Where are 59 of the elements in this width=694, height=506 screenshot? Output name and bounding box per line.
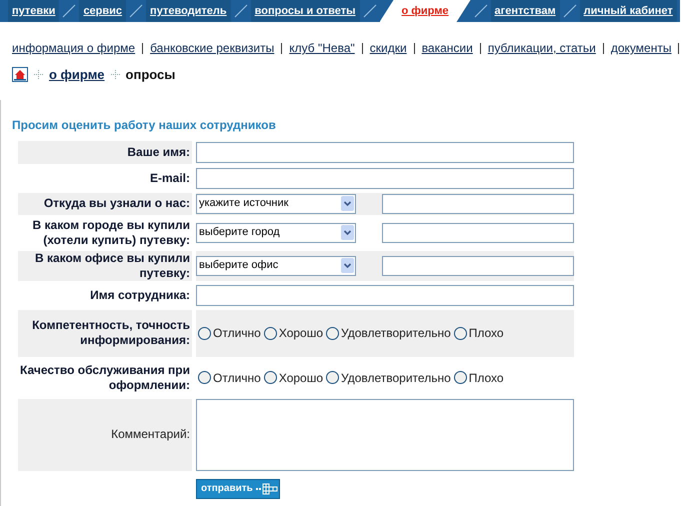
comment-field[interactable]	[196, 398, 574, 470]
radio-label: Плохо	[468, 370, 504, 386]
text-field[interactable]	[196, 168, 574, 188]
field-label: Комментарий:	[18, 398, 192, 470]
dotted-grid-icon	[256, 482, 278, 494]
radio-label: Отлично	[213, 370, 261, 386]
sub-nav-link[interactable]: банковские реквизиты	[150, 39, 274, 57]
radio-label: Хорошо	[278, 325, 324, 342]
text-field[interactable]	[196, 284, 574, 306]
radio-label: Отлично	[213, 325, 261, 342]
dropdown[interactable]: укажите источник	[196, 194, 356, 214]
radio-button[interactable]	[198, 371, 211, 384]
radio-label: Плохо	[468, 325, 504, 342]
radio-button[interactable]	[264, 326, 277, 340]
radio-button[interactable]	[198, 326, 211, 340]
slash-divider-icon	[362, 4, 377, 18]
slash-divider-icon	[562, 4, 577, 18]
submit-button[interactable]: отправить	[196, 478, 280, 498]
slash-divider-icon	[234, 4, 248, 18]
nav-tab[interactable]: агентствам	[490, 0, 560, 22]
radio-button[interactable]	[454, 326, 467, 340]
dropdown[interactable]: выберите офис	[196, 256, 356, 276]
text-field[interactable]	[196, 142, 574, 162]
text-field[interactable]	[382, 222, 574, 242]
nav-tab[interactable]: путевки	[8, 0, 60, 22]
breadcrumb-current: опросы	[126, 66, 176, 84]
cross-bullet-icon	[34, 70, 43, 80]
nav-tab[interactable]: вопросы и ответы	[250, 0, 360, 22]
nav-tab[interactable]: сервис	[79, 0, 126, 22]
slash-divider-icon	[62, 4, 76, 18]
sub-nav-link[interactable]: клуб "Нева"	[289, 39, 355, 57]
sub-nav-link[interactable]: документы	[610, 39, 672, 57]
radio-button[interactable]	[264, 371, 277, 384]
home-icon[interactable]	[12, 67, 28, 82]
text-field[interactable]	[382, 256, 574, 276]
nav-tab[interactable]: путеводитель	[146, 0, 231, 22]
nav-tab[interactable]: о фирме	[380, 0, 471, 22]
radio-label: Удовлетворительно	[341, 325, 451, 342]
slash-divider-icon	[474, 4, 488, 18]
field-label: Откуда вы узнали о нас:	[18, 192, 192, 214]
radio-button[interactable]	[326, 326, 340, 340]
form-title: Просим оценить работу наших сотрудников	[11, 116, 277, 134]
text-field[interactable]	[382, 194, 574, 214]
field-label: В каком офисе вы купили путевку:	[18, 250, 192, 280]
slash-divider-icon	[129, 4, 144, 18]
sub-nav-link[interactable]: скидки	[370, 39, 407, 57]
radio-button[interactable]	[454, 371, 467, 384]
sub-nav-link[interactable]: публикации, статьи	[488, 39, 596, 57]
radio-label: Хорошо	[278, 370, 324, 386]
cross-bullet-icon	[110, 70, 120, 80]
sub-nav-link[interactable]: информация о фирме	[12, 39, 136, 57]
field-label: Компетентность, точность информирования:	[18, 310, 192, 356]
sub-nav-link[interactable]: вакансии	[422, 39, 473, 57]
field-label: Ваше имя:	[18, 140, 192, 164]
radio-label: Удовлетворительно	[341, 370, 451, 386]
radio-button[interactable]	[326, 371, 340, 384]
nav-tab[interactable]: личный кабинет	[580, 0, 677, 22]
breadcrumb-link[interactable]: о фирме	[49, 65, 105, 84]
dropdown[interactable]: выберите город	[196, 222, 356, 242]
